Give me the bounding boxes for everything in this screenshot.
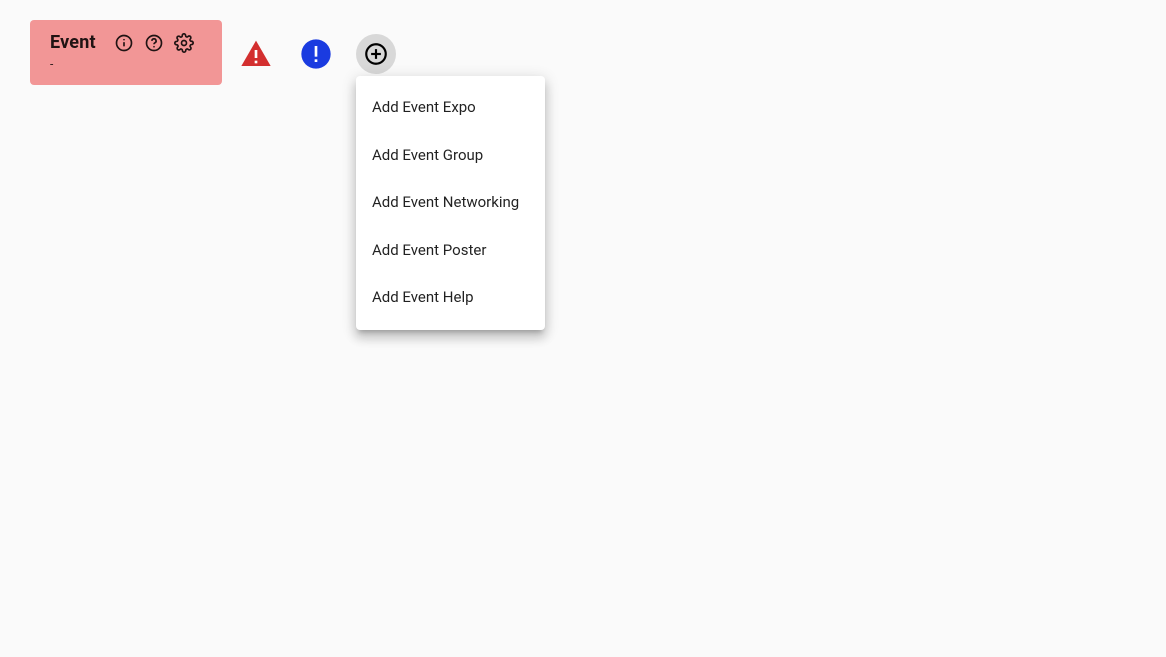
gear-icon[interactable]: [174, 33, 194, 53]
add-circle-icon: [363, 41, 389, 67]
add-button[interactable]: [356, 34, 396, 74]
event-chip-header: Event: [50, 32, 202, 53]
menu-item-add-event-poster[interactable]: Add Event Poster: [356, 227, 545, 275]
event-chip[interactable]: Event -: [30, 20, 222, 85]
info-icon[interactable]: [114, 33, 134, 53]
help-icon[interactable]: [144, 33, 164, 53]
error-icon[interactable]: [300, 38, 332, 70]
warning-icon[interactable]: [240, 38, 272, 70]
add-button-wrapper: Add Event Expo Add Event Group Add Event…: [356, 34, 396, 74]
add-menu: Add Event Expo Add Event Group Add Event…: [356, 76, 545, 330]
event-chip-subtitle: -: [50, 57, 202, 71]
menu-item-add-event-help[interactable]: Add Event Help: [356, 274, 545, 322]
menu-item-add-event-group[interactable]: Add Event Group: [356, 132, 545, 180]
event-chip-title: Event: [50, 32, 96, 53]
menu-item-add-event-networking[interactable]: Add Event Networking: [356, 179, 545, 227]
toolbar: Event -: [0, 0, 1166, 105]
menu-item-add-event-expo[interactable]: Add Event Expo: [356, 84, 545, 132]
